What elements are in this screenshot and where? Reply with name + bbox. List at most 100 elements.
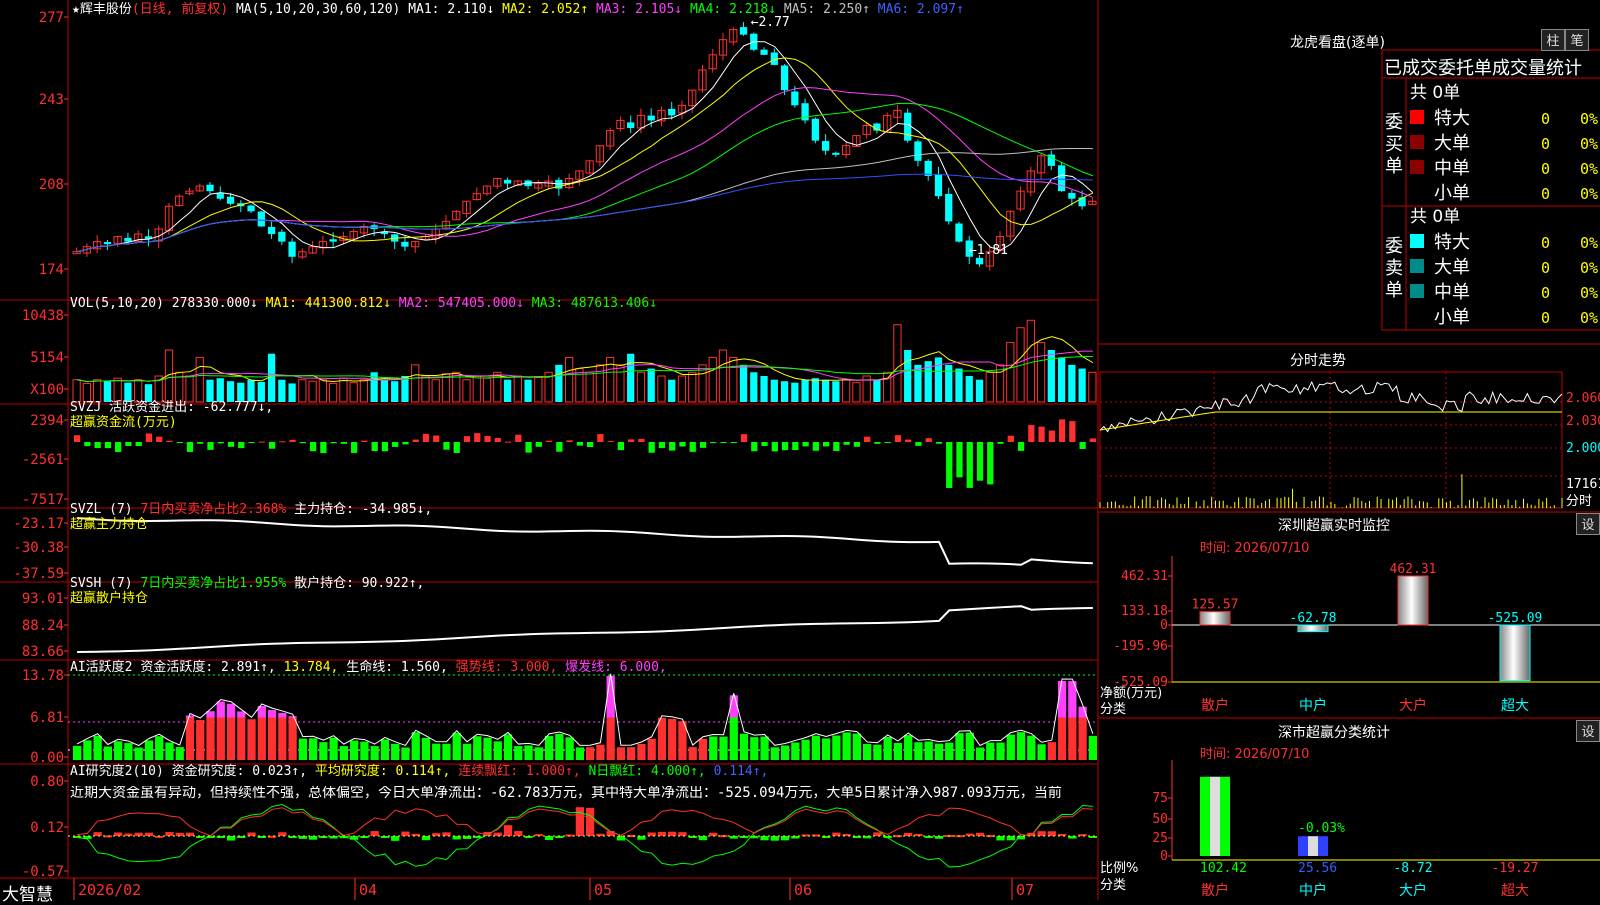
volume-bar-down xyxy=(873,379,881,402)
candle-body-down xyxy=(791,91,799,106)
flow-bar-in xyxy=(740,434,748,442)
star-icon[interactable]: ★ xyxy=(72,2,80,17)
candle-body-down xyxy=(821,141,830,151)
class-ylabel: 0 xyxy=(1160,849,1168,864)
flow-bar-in xyxy=(1069,421,1076,442)
flow-bar-out xyxy=(617,442,625,451)
candle-body-down xyxy=(247,205,255,212)
commentary: 近期大资金虽有异动，但持续性不强，总体偏空，今日大单净流出：-62.783万元，… xyxy=(70,786,1062,801)
flow-bar-out xyxy=(679,442,686,447)
monitor-bar xyxy=(1199,611,1231,626)
activity-bar xyxy=(586,747,595,760)
sz-monitor-settings-button[interactable]: 设 xyxy=(1576,513,1600,535)
candle-body-down xyxy=(924,160,932,176)
sz-monitor-xtitle: 分类 xyxy=(1100,702,1127,717)
activity-bar xyxy=(791,742,800,760)
flow-bar-out xyxy=(125,442,132,446)
activity-bar-peak xyxy=(216,701,225,718)
activity-bar xyxy=(339,746,349,760)
activity-bar xyxy=(893,742,903,760)
high-annotation: ←2.77 xyxy=(751,15,790,30)
class-ylabel: 50 xyxy=(1152,812,1168,827)
stock-name: 辉丰股份 xyxy=(79,2,132,17)
intraday-title: 分时走势 xyxy=(1290,353,1346,369)
ai2-ylabel-label: 0.12 xyxy=(30,820,64,836)
ai2-c: 连续飘红: 1.000↑, xyxy=(458,764,581,779)
buy-row-pct: 0% xyxy=(1580,185,1598,203)
flow-bar-out xyxy=(186,442,194,452)
monitor-bar-label: -62.78 xyxy=(1290,611,1337,626)
volume-bar-down xyxy=(380,379,389,402)
candle-body-down xyxy=(955,223,963,242)
longhu-title: 龙虎看盘(逐单) xyxy=(1290,35,1385,51)
flow-bar-out xyxy=(812,442,819,451)
activity-bar xyxy=(155,736,164,760)
ma-value-1: MA1: 2.110↓ xyxy=(408,2,503,17)
activity-bar xyxy=(616,747,626,760)
flow-bar-out xyxy=(997,442,1004,444)
flow-bar-in xyxy=(289,439,296,442)
sz-class-settings-button[interactable]: 设 xyxy=(1576,720,1600,742)
activity-bar xyxy=(134,747,143,760)
activity-bar xyxy=(1088,735,1097,760)
ai2-header: AI研究度2(10) 资金研究度: 0.023↑, 平均研究度: 0.114↑,… xyxy=(70,764,768,779)
sz-class-title: 深市超赢分类统计 xyxy=(1278,725,1390,741)
activity-bar xyxy=(329,737,338,760)
flow-bar-out xyxy=(822,442,830,447)
buy-row-value: 0 xyxy=(1541,135,1550,153)
class-bar-label: -8.72 xyxy=(1393,861,1432,876)
flow-bar-out xyxy=(320,442,327,453)
flow-bar-out xyxy=(935,442,943,444)
activity-bar xyxy=(709,736,718,760)
activity-bar xyxy=(267,717,277,760)
activity-bar xyxy=(1027,735,1036,760)
flow-bar-out xyxy=(1079,442,1086,449)
flow-bar-out xyxy=(1017,442,1025,451)
flow-bar-out xyxy=(720,442,727,443)
class-bar-label: 102.42 xyxy=(1200,861,1247,876)
flow-bar-out xyxy=(915,442,922,446)
flow-bar-out xyxy=(956,442,963,478)
volume-bar-up xyxy=(195,356,204,403)
volume-bar-down xyxy=(555,364,563,402)
flow-bar-in xyxy=(607,441,614,443)
flow-bar-in xyxy=(74,435,81,442)
volume-bar-up xyxy=(534,376,543,403)
buy-row-value: 0 xyxy=(1541,110,1550,128)
research-bar xyxy=(493,832,502,836)
activity-bar xyxy=(760,736,769,760)
flow-bar-out xyxy=(976,442,984,481)
sz-class-time: 时间: 2026/07/10 xyxy=(1200,747,1310,762)
activity-bar xyxy=(873,744,882,760)
candle-body-down xyxy=(760,49,768,55)
bar-view-button[interactable]: 柱 xyxy=(1541,29,1565,51)
activity-bar xyxy=(986,742,995,760)
activity-bar xyxy=(1068,717,1077,760)
flow-bar-out xyxy=(689,442,696,452)
candle-body-down xyxy=(668,108,676,116)
research-bar xyxy=(503,825,513,836)
flow-bar-out xyxy=(781,442,789,451)
flow-bar-in xyxy=(494,437,501,442)
flow-bar-out xyxy=(330,442,337,444)
ai2-a: 资金研究度: 0.023↑, xyxy=(171,764,308,779)
x-date-label: 04 xyxy=(359,881,377,899)
volume-bar-up xyxy=(575,368,584,403)
flow-bar-out xyxy=(966,442,973,488)
activity-bar xyxy=(719,736,728,760)
svzl-ylabel-label: -30.38 xyxy=(13,540,64,556)
volume-bar-up xyxy=(93,379,102,403)
research-bar xyxy=(308,836,318,840)
volume-bar-up xyxy=(708,356,717,403)
class-category-label: 超大 xyxy=(1501,883,1529,899)
flow-bar-in xyxy=(597,434,604,442)
activity-bar xyxy=(350,740,359,760)
activity-bar xyxy=(1037,744,1046,760)
flow-bar-out xyxy=(176,442,183,443)
activity-bar-peak xyxy=(278,712,287,718)
tick-view-button[interactable]: 笔 xyxy=(1565,29,1589,51)
volume-bar-up xyxy=(513,375,522,403)
research-bar xyxy=(114,832,123,836)
price-ylabel-label: 277 xyxy=(39,10,64,26)
flow-bar-out xyxy=(227,442,235,447)
